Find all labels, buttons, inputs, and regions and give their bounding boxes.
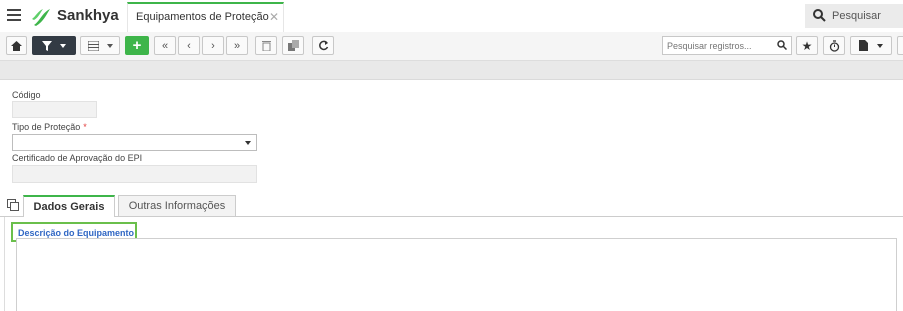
codigo-label: Código — [12, 90, 41, 100]
report-button[interactable] — [850, 36, 892, 55]
menu-icon[interactable] — [7, 9, 21, 23]
grid-view-button[interactable] — [80, 36, 120, 55]
description-textarea[interactable] — [16, 238, 897, 311]
next-record-button[interactable]: › — [202, 36, 224, 55]
last-record-button[interactable]: » — [226, 36, 248, 55]
plus-icon: + — [132, 37, 142, 54]
chevron-down-icon — [106, 43, 113, 48]
add-button[interactable]: + — [125, 36, 149, 55]
tab-title: Equipamentos de Proteção — [136, 11, 269, 23]
delete-button[interactable] — [255, 36, 277, 55]
tipo-protecao-label: Tipo de Proteção * — [12, 122, 87, 132]
chevron-down-icon — [877, 43, 883, 48]
panel-left-border — [4, 217, 5, 311]
tipo-protecao-label-text: Tipo de Proteção — [12, 122, 81, 132]
certificado-field[interactable] — [12, 165, 257, 183]
chevron-down-icon — [245, 141, 251, 145]
tab-outras-informacoes[interactable]: Outras Informações — [118, 195, 236, 217]
tab-equipamentos[interactable]: Equipamentos de Proteção ✕ — [127, 2, 284, 33]
search-icon — [813, 9, 826, 22]
copy-icon — [287, 40, 299, 51]
stopwatch-icon — [829, 39, 839, 52]
toolbar: + « ‹ › » ★ — [0, 32, 903, 61]
double-chevron-right-icon: » — [233, 39, 241, 52]
header-band — [0, 61, 903, 80]
chevron-down-icon — [60, 43, 66, 48]
brand-name: Sankhya — [57, 7, 119, 24]
close-icon[interactable]: ✕ — [269, 10, 279, 24]
description-label: Descrição do Equipamento — [18, 228, 135, 238]
more-button[interactable] — [897, 36, 903, 55]
global-search[interactable]: Pesquisar — [805, 4, 903, 28]
tab-dados-gerais[interactable]: Dados Gerais — [23, 195, 115, 217]
previous-record-button[interactable]: ‹ — [178, 36, 200, 55]
first-record-button[interactable]: « — [154, 36, 176, 55]
sankhya-logo-icon — [32, 9, 50, 26]
chevron-left-icon: ‹ — [187, 39, 191, 52]
refresh-button[interactable] — [312, 36, 334, 55]
filter-icon — [42, 40, 52, 51]
grid-icon — [87, 40, 99, 51]
codigo-field[interactable] — [12, 101, 97, 118]
search-placeholder: Pesquisar — [832, 10, 881, 22]
home-button[interactable] — [6, 36, 27, 55]
star-icon: ★ — [801, 38, 813, 53]
timer-button[interactable] — [823, 36, 845, 55]
trash-icon — [261, 41, 271, 51]
home-icon — [11, 40, 22, 51]
certificado-label: Certificado de Aprovação do EPI — [12, 153, 143, 163]
refresh-icon — [318, 40, 328, 51]
document-icon — [859, 40, 868, 51]
required-mark: * — [83, 122, 87, 132]
tipo-protecao-select[interactable] — [12, 134, 257, 151]
chevron-right-icon: › — [211, 39, 215, 52]
double-chevron-left-icon: « — [161, 39, 169, 52]
copy-icon[interactable] — [7, 199, 19, 211]
filter-button[interactable] — [32, 36, 76, 55]
top-bar: Sankhya Equipamentos de Proteção ✕ Pesqu… — [0, 0, 903, 33]
duplicate-button[interactable] — [282, 36, 304, 55]
record-search-input[interactable] — [662, 36, 792, 55]
search-icon — [777, 40, 787, 50]
favorite-button[interactable]: ★ — [796, 36, 818, 55]
